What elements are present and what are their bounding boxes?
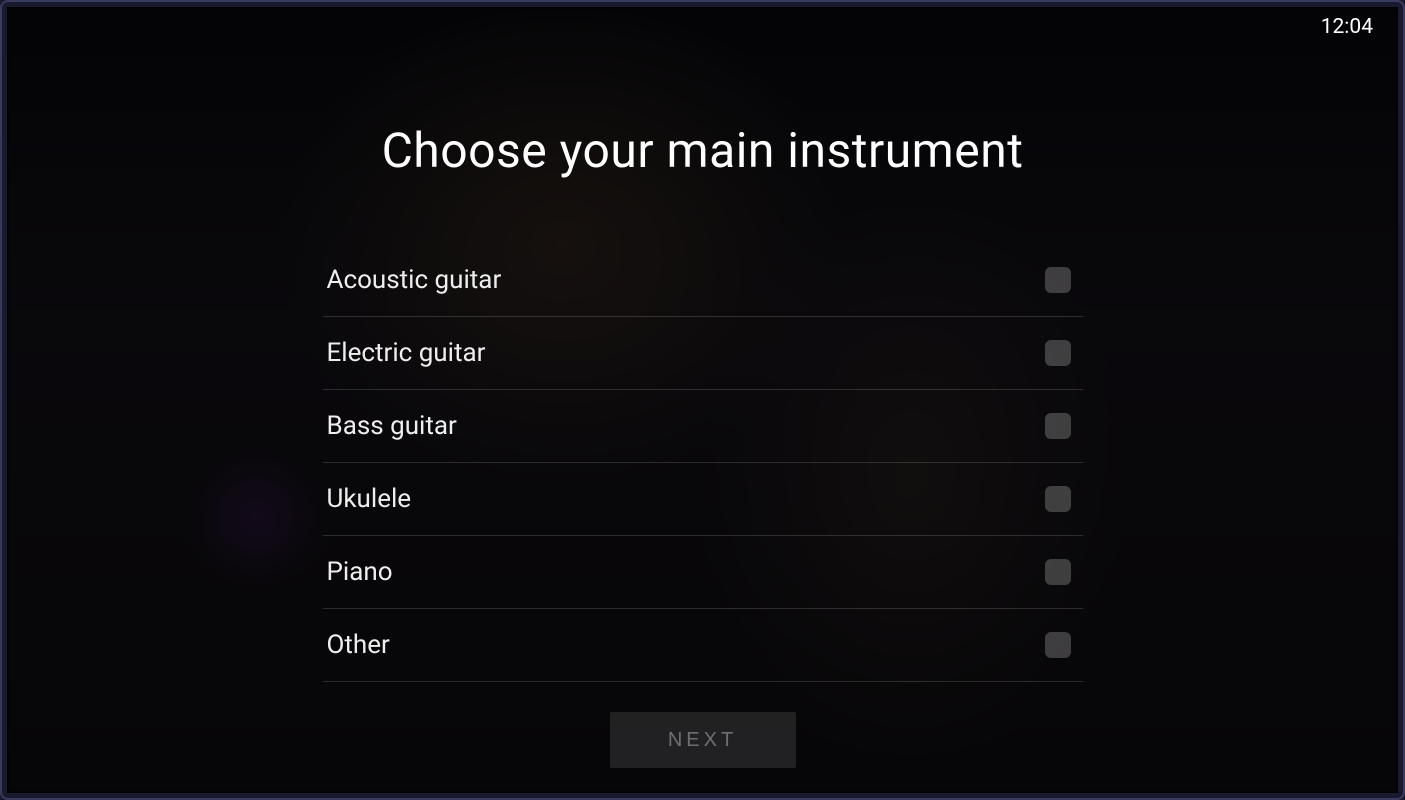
page-title: Choose your main instrument <box>382 122 1024 179</box>
option-label: Bass guitar <box>327 411 457 441</box>
checkbox-icon[interactable] <box>1045 632 1071 658</box>
option-other[interactable]: Other <box>323 609 1083 682</box>
option-label: Electric guitar <box>327 338 486 368</box>
option-piano[interactable]: Piano <box>323 536 1083 609</box>
option-label: Acoustic guitar <box>327 265 502 295</box>
content-area: Choose your main instrument Acoustic gui… <box>7 7 1398 793</box>
checkbox-icon[interactable] <box>1045 559 1071 585</box>
status-bar: 12:04 <box>7 7 1398 47</box>
option-ukulele[interactable]: Ukulele <box>323 463 1083 536</box>
option-label: Ukulele <box>327 484 412 514</box>
instrument-options-list: Acoustic guitar Electric guitar Bass gui… <box>323 244 1083 682</box>
checkbox-icon[interactable] <box>1045 413 1071 439</box>
next-button[interactable]: NEXT <box>610 712 796 768</box>
option-label: Other <box>327 630 390 660</box>
option-acoustic-guitar[interactable]: Acoustic guitar <box>323 244 1083 317</box>
app-screen: 12:04 Choose your main instrument Acoust… <box>7 7 1398 793</box>
option-bass-guitar[interactable]: Bass guitar <box>323 390 1083 463</box>
checkbox-icon[interactable] <box>1045 340 1071 366</box>
option-electric-guitar[interactable]: Electric guitar <box>323 317 1083 390</box>
option-label: Piano <box>327 557 393 587</box>
checkbox-icon[interactable] <box>1045 486 1071 512</box>
clock: 12:04 <box>1321 15 1373 39</box>
checkbox-icon[interactable] <box>1045 267 1071 293</box>
